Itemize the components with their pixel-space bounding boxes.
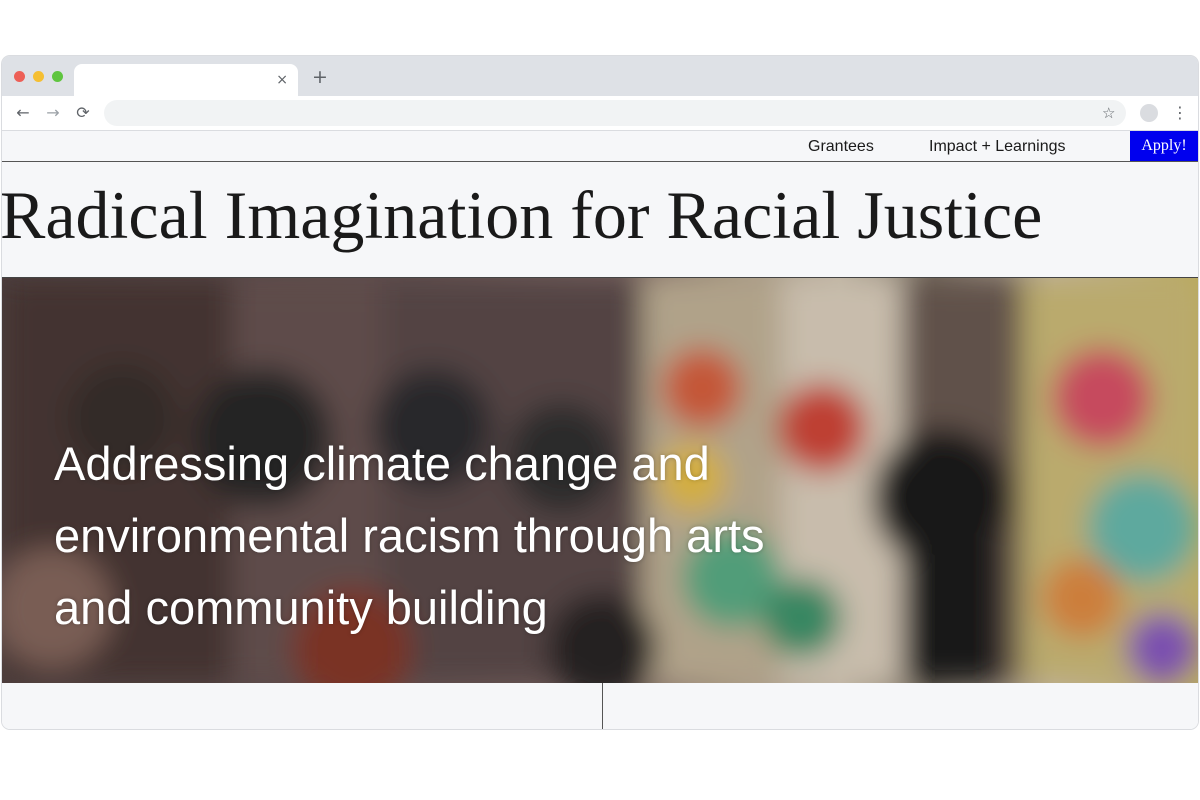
forward-arrow-icon[interactable]: → [42,102,64,124]
browser-tab[interactable]: × [74,64,298,96]
apply-button[interactable]: Apply! [1130,131,1198,161]
site-title: Radical Imagination for Racial Justice [2,177,1043,253]
tab-close-icon[interactable]: × [276,71,288,89]
back-arrow-icon[interactable]: ← [12,102,34,124]
tab-strip: × + [2,56,1198,96]
nav-link-impact-learnings[interactable]: Impact + Learnings [929,138,1066,156]
browser-toolbar: ← → ⟳ ☆ ⋮ [2,96,1198,131]
new-tab-icon[interactable]: + [312,67,328,87]
hero-banner: Addressing climate change and environmen… [2,277,1198,684]
bookmark-star-icon[interactable]: ☆ [1102,101,1115,125]
close-window-icon[interactable] [14,71,25,82]
browser-menu-icon[interactable]: ⋮ [1172,101,1188,125]
hero-heading: Addressing climate change and environmen… [54,437,765,634]
content-cell-left [2,683,603,729]
address-bar[interactable] [104,100,1126,126]
content-cell-right [603,683,1198,729]
maximize-window-icon[interactable] [52,71,63,82]
site-navigation: Grantees Impact + Learnings Apply! [2,131,1198,162]
reload-icon[interactable]: ⟳ [72,102,94,124]
browser-window: × + ← → ⟳ ☆ ⋮ Grantees Impact + Learning… [2,56,1198,729]
web-page: Grantees Impact + Learnings Apply! Radic… [2,131,1198,729]
nav-link-grantees[interactable]: Grantees [808,138,874,156]
content-grid [2,683,1198,729]
minimize-window-icon[interactable] [33,71,44,82]
profile-avatar[interactable] [1140,104,1158,122]
